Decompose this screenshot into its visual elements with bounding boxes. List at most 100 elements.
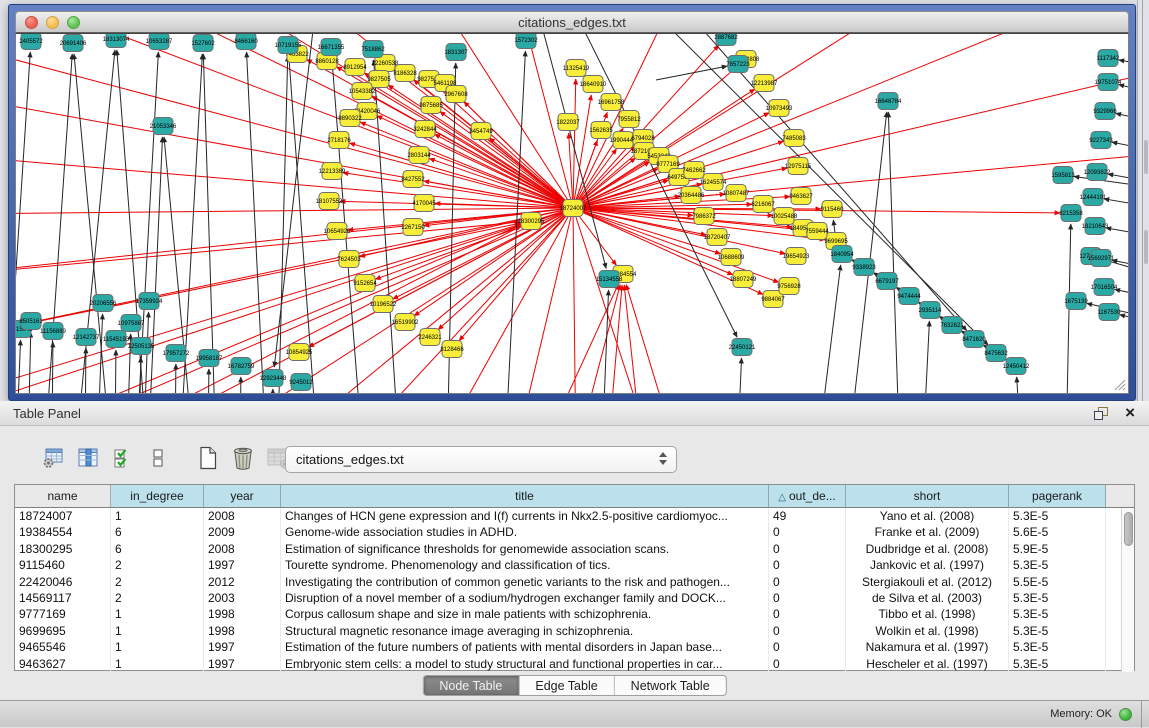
column-header-name[interactable]: name (15, 485, 111, 508)
graph-node-yellow[interactable]: 7955812 (617, 111, 641, 128)
table-row[interactable]: 1938455462009Genome-wide association stu… (15, 524, 1134, 540)
graph-node-yellow[interactable]: 8186328 (393, 65, 417, 82)
graph-node-yellow[interactable]: 7462662 (682, 162, 706, 179)
graph-node-yellow[interactable]: 10688609 (718, 249, 745, 266)
graph-node-yellow[interactable]: 9152654 (353, 275, 377, 292)
graph-node-teal[interactable]: 1527602 (191, 35, 215, 52)
graph-node-teal[interactable]: 16782759 (228, 358, 255, 375)
graph-node-teal[interactable]: 8466160 (234, 34, 258, 50)
graph-node-yellow[interactable]: 10025488 (771, 208, 798, 225)
graph-node-teal[interactable]: 8215358 (1059, 205, 1083, 222)
checklist-icon[interactable] (110, 445, 136, 471)
table-scrollbar[interactable] (1121, 508, 1134, 672)
graph-node-yellow[interactable]: 16519902 (392, 314, 419, 331)
graph-node-yellow[interactable]: 7986372 (692, 208, 716, 225)
table-row[interactable]: 911546021997Tourette syndrome. Phenomeno… (15, 557, 1134, 573)
graph-node-teal[interactable]: 19751074 (1095, 74, 1122, 91)
graph-node-yellow[interactable]: 9875685 (419, 97, 443, 114)
table-row[interactable]: 1830029562008Estimation of significance … (15, 541, 1134, 557)
graph-node-yellow[interactable]: 18300295 (518, 213, 545, 230)
graph-node-yellow[interactable]: 10654926 (324, 223, 351, 240)
graph-node-teal[interactable]: 12444191 (1080, 189, 1107, 206)
graph-node-yellow[interactable]: 6216067 (751, 196, 775, 213)
graph-node-yellow[interactable]: 9463627 (789, 188, 813, 205)
graph-node-teal[interactable]: 2887682 (714, 34, 738, 46)
graph-node-teal[interactable]: 12923448 (260, 370, 287, 387)
graph-node-yellow[interactable]: 18640910 (580, 76, 607, 93)
graph-node-yellow[interactable]: 4170045 (412, 195, 436, 212)
graph-node-teal[interactable]: 11545193 (103, 331, 130, 348)
graph-node-teal[interactable]: 20206556 (90, 295, 117, 312)
graph-node-teal[interactable]: 20691406 (60, 35, 87, 52)
graph-node-teal[interactable]: 8505161 (19, 313, 43, 330)
graph-node-yellow[interactable]: 9890322 (338, 110, 362, 127)
graph-node-yellow[interactable]: 9115460 (821, 201, 845, 218)
table-row[interactable]: 946554611997Estimation of the future num… (15, 639, 1134, 655)
graph-node-teal[interactable]: 18210643 (1082, 218, 1109, 235)
graph-node-teal[interactable]: 1831307 (444, 44, 468, 61)
column-header-in_degree[interactable]: in_degree (111, 485, 204, 508)
graph-node-teal[interactable]: 12093822 (1084, 164, 1111, 181)
graph-node-teal[interactable]: 8475632 (984, 345, 1008, 362)
graph-node-yellow[interactable]: 18724007 (560, 200, 587, 217)
graph-node-yellow[interactable]: 16245574 (700, 174, 727, 191)
graph-node-teal[interactable]: 12505135 (128, 338, 155, 355)
graph-node-teal[interactable]: 15692971 (1088, 250, 1115, 267)
graph-node-yellow[interactable]: 9756928 (777, 278, 801, 295)
graph-node-yellow[interactable]: 10973493 (766, 100, 793, 117)
graph-node-teal[interactable]: 17359924 (136, 293, 163, 310)
graph-node-yellow[interactable]: 12975115 (785, 158, 812, 175)
column-header-out_de[interactable]: △out_de... (769, 485, 846, 508)
graph-node-teal[interactable]: 10975887 (118, 315, 145, 332)
graph-node-yellow[interactable]: 2267150 (401, 219, 425, 236)
table-selector-dropdown[interactable]: citations_edges.txt (285, 446, 677, 473)
graph-node-teal[interactable]: 9329966 (1093, 103, 1117, 120)
graph-node-teal[interactable]: 9227343 (1089, 132, 1113, 149)
graph-node-yellow[interactable]: 10807487 (723, 185, 750, 202)
graph-node-teal[interactable]: 21053346 (150, 118, 177, 135)
tab-network-table[interactable]: Network Table (615, 676, 726, 695)
graph-node-teal[interactable]: 2405572 (19, 34, 43, 50)
graph-node-teal[interactable]: 1675139 (1064, 293, 1088, 310)
graph-node-teal[interactable]: 12142737 (73, 329, 100, 346)
graph-node-yellow[interactable]: 12213987 (751, 75, 778, 92)
graph-node-teal[interactable]: 7518862 (361, 41, 385, 58)
graph-node-teal[interactable]: 1595813 (1051, 167, 1075, 184)
graph-node-teal[interactable]: 12450412 (1003, 358, 1030, 375)
select-columns-table-icon[interactable] (75, 445, 101, 471)
table-row[interactable]: 977716911998Corpus callosum shape and si… (15, 606, 1134, 622)
graph-node-yellow[interactable]: 12213389 (319, 163, 346, 180)
graph-node-teal[interactable]: 9338923 (852, 259, 876, 276)
stacked-squares-icon[interactable] (145, 445, 171, 471)
graph-node-yellow[interactable]: 2967608 (444, 86, 468, 103)
graph-node-teal[interactable]: 10653287 (146, 34, 173, 50)
graph-node-yellow[interactable]: 2718176 (327, 132, 351, 149)
graph-node-teal[interactable]: 9245012 (289, 374, 313, 391)
graph-node-teal[interactable]: 18313074 (103, 34, 130, 48)
graph-node-teal[interactable]: 15134558 (596, 271, 623, 288)
graph-node-yellow[interactable]: 10196522 (370, 296, 397, 313)
network-canvas[interactable]: 1872400711325419186409101696175879558121… (15, 33, 1129, 394)
table-row[interactable]: 1456911722003Disruption of a novel membe… (15, 590, 1134, 606)
column-header-short[interactable]: short (846, 485, 1009, 508)
close-panel-icon[interactable]: × (1125, 403, 1135, 423)
graph-node-yellow[interactable]: 3242844 (413, 121, 437, 138)
graph-node-yellow[interactable]: 11325419 (563, 60, 590, 77)
graph-node-yellow[interactable]: 20364486 (678, 187, 705, 204)
graph-node-yellow[interactable]: 1822037 (556, 114, 580, 131)
graph-node-yellow[interactable]: 10854925 (286, 344, 313, 361)
graph-node-teal[interactable]: 1840954 (830, 246, 854, 263)
graph-node-yellow[interactable]: 2803144 (407, 147, 431, 164)
column-settings-table-icon[interactable] (40, 445, 66, 471)
graph-node-teal[interactable]: 19958187 (196, 350, 223, 367)
graph-node-yellow[interactable]: 8128466 (440, 341, 464, 358)
graph-node-teal[interactable]: 16648784 (875, 93, 902, 110)
graph-node-yellow[interactable]: 18720407 (704, 229, 731, 246)
column-header-title[interactable]: title (281, 485, 769, 508)
column-header-year[interactable]: year (204, 485, 281, 508)
graph-node-yellow[interactable]: 18807249 (730, 271, 757, 288)
graph-node-yellow[interactable]: 7485083 (782, 130, 806, 147)
graph-node-yellow[interactable]: 10543382 (349, 83, 376, 100)
graph-node-yellow[interactable]: 7624503 (337, 251, 361, 268)
graph-node-teal[interactable]: 17957272 (163, 345, 190, 362)
